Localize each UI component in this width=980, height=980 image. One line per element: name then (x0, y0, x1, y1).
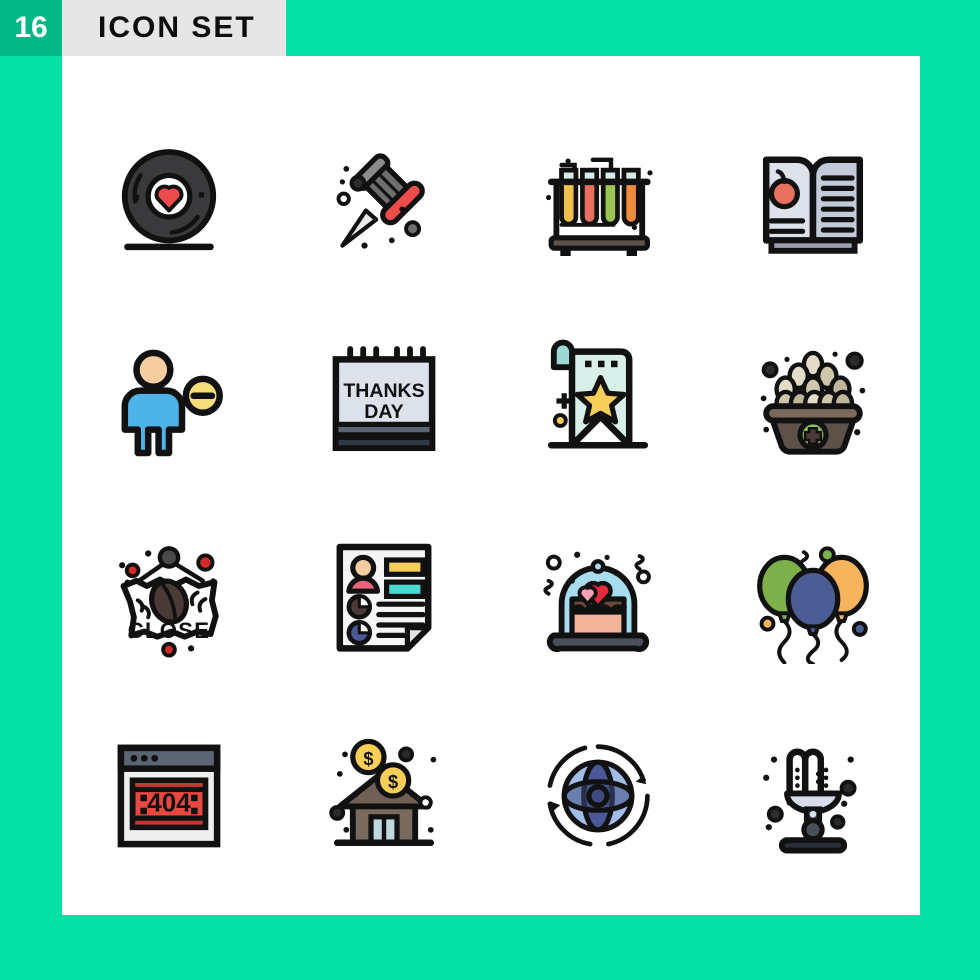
resume-document-icon (336, 543, 432, 652)
icon-cell-resume-document[interactable]: Resume Document (277, 500, 492, 698)
icon-cell-push-pin[interactable]: Push Pin (277, 105, 492, 303)
push-pin-icon (336, 153, 425, 249)
icon-cell-global-network[interactable]: Global Network Globe (491, 698, 706, 896)
vinyl-record-heart-icon (122, 148, 217, 250)
icon-count-badge: 16 (0, 0, 62, 56)
icon-cell-water-fountain[interactable]: Water Fountain (706, 698, 921, 896)
icon-cell-star-banner[interactable]: Star Banner (491, 303, 706, 501)
cake-dome-heart-icon (543, 551, 652, 652)
icon-cell-open-book-apple[interactable]: Open Book With Apple (706, 105, 921, 303)
svg-text:$: $ (363, 749, 373, 769)
house-money-icon: $ $ (329, 739, 437, 847)
icon-cell-error-404-browser[interactable]: 404 Error Browser Window 404 (62, 698, 277, 896)
svg-text:$: $ (388, 772, 398, 792)
icon-cell-balloons[interactable]: Party Balloons (706, 500, 921, 698)
open-book-apple-icon (762, 156, 863, 254)
remove-user-icon (121, 349, 224, 457)
star-banner-icon (548, 339, 649, 449)
icon-cell-egg-basket[interactable]: Egg Basket With Plus (706, 303, 921, 501)
egg-basket-icon (760, 350, 866, 455)
icon-cell-close-sign[interactable]: Close Sign CLOSE (62, 500, 277, 698)
icon-cell-cake-dome-heart[interactable]: Cake Under Dome With Heart (491, 500, 706, 698)
error-code-text: 404 (148, 788, 192, 818)
icon-cell-vinyl-record-heart[interactable]: Vinyl Record With Heart (62, 105, 277, 303)
error-404-browser-icon: 404 (117, 744, 221, 848)
close-sign-text: CLOSE (128, 618, 211, 643)
water-fountain-icon (762, 748, 857, 854)
calendar-line-2: DAY (364, 401, 403, 423)
page-title: ICON SET (62, 0, 286, 56)
icon-cell-test-tube-rack[interactable]: Test Tube Rack (491, 105, 706, 303)
icon-grid: Vinyl Record With Heart Push Pin (62, 105, 920, 895)
balloons-icon (756, 546, 869, 664)
test-tube-rack-icon (546, 157, 653, 256)
global-network-icon (547, 744, 650, 847)
calendar-line-1: THANKS (343, 380, 424, 402)
header-bar: 16 ICON SET (0, 0, 286, 56)
icon-set-poster: 16 ICON SET Vinyl Record With Heart Push… (0, 0, 980, 980)
icon-cell-remove-user[interactable]: Remove User (62, 303, 277, 501)
icon-cell-thanks-day-calendar[interactable]: Thanks Day Calendar THANKS DAY (277, 303, 492, 501)
thanks-day-calendar-icon: THANKS DAY (332, 346, 436, 452)
icon-cell-house-money[interactable]: House With Money $ $ (277, 698, 492, 896)
close-sign-icon: CLOSE (119, 545, 219, 658)
